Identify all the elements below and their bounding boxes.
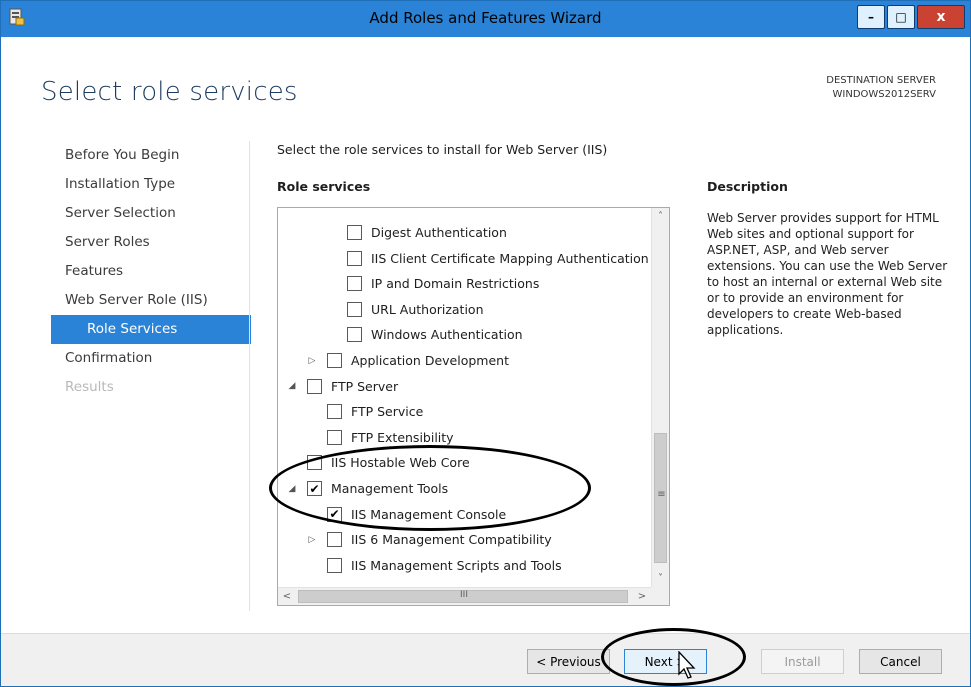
tree-row-label: FTP Extensibility <box>351 429 454 445</box>
tree-row-label: IIS Management Scripts and Tools <box>351 557 562 573</box>
destination-label: DESTINATION SERVER <box>826 75 936 86</box>
tree-row-label: IIS 6 Management Compatibility <box>351 532 552 548</box>
destination-server-name: WINDOWS2012SERV <box>832 89 936 100</box>
expand-arrow-icon[interactable]: ▷ <box>306 356 318 366</box>
minimize-icon: – <box>868 10 874 24</box>
horizontal-scrollbar[interactable]: < III > <box>278 587 669 605</box>
install-button: Install <box>761 649 844 674</box>
role-checkbox[interactable] <box>307 378 322 394</box>
window-title: Add Roles and Features Wizard <box>369 9 602 27</box>
nav-item-before-you-begin[interactable]: Before You Begin <box>51 141 251 170</box>
tree-row[interactable]: ▷ Application Development <box>306 348 509 373</box>
tree-row[interactable]: FTP Service <box>306 399 423 424</box>
scroll-right-icon[interactable]: > <box>633 588 651 605</box>
role-services-header: Role services <box>277 179 371 194</box>
tree-row-label: IIS Hostable Web Core <box>331 455 470 471</box>
collapse-arrow-icon[interactable]: ◢ <box>286 381 298 391</box>
tree-row[interactable]: Windows Authentication <box>326 322 523 347</box>
tree-row[interactable]: IIS Client Certificate Mapping Authentic… <box>326 246 649 271</box>
destination-server: DESTINATION SERVER WINDOWS2012SERV <box>826 74 936 102</box>
scrollbar-corner <box>651 587 669 605</box>
nav-item-results: Results <box>65 379 114 395</box>
nav-item-features[interactable]: Features <box>51 257 251 286</box>
tree-row-label: Digest Authentication <box>371 225 507 240</box>
tree-row[interactable]: FTP Extensibility <box>306 425 454 450</box>
tree-row-label: FTP Server <box>331 378 399 394</box>
tree-row-label: IP and Domain Restrictions <box>371 276 540 292</box>
tree-row-label: Windows Authentication <box>371 327 523 343</box>
scroll-grip-horizontal-icon: III <box>460 590 468 600</box>
expand-arrow-icon[interactable]: ▷ <box>306 535 318 545</box>
tree-row[interactable]: IIS Hostable Web Core <box>286 450 470 475</box>
role-checkbox[interactable] <box>327 532 342 548</box>
scroll-left-icon[interactable]: < <box>278 588 296 605</box>
description-text: Web Server provides support for HTML Web… <box>707 211 948 337</box>
close-button[interactable]: x <box>917 5 965 29</box>
tree-row-label: Management Tools <box>331 481 449 496</box>
wizard-nav: Before You Begin Installation Type Serve… <box>51 141 251 402</box>
nav-item-confirmation[interactable]: Confirmation <box>51 344 251 373</box>
role-checkbox[interactable] <box>347 250 362 266</box>
nav-item-installation-type[interactable]: Installation Type <box>51 170 251 199</box>
tree-row[interactable]: ◢ FTP Server <box>286 374 398 399</box>
close-icon: x <box>936 9 946 25</box>
tree-row-label: FTP Service <box>351 404 424 420</box>
tree-row[interactable]: URL Authorization <box>326 297 484 322</box>
scroll-grip-icon: ≡ <box>657 489 666 500</box>
role-checkbox[interactable] <box>327 557 342 573</box>
nav-item-web-server-role[interactable]: Web Server Role (IIS) <box>51 286 251 315</box>
nav-divider <box>249 141 250 611</box>
role-checkbox[interactable] <box>347 225 362 240</box>
role-checkbox[interactable] <box>327 353 342 368</box>
role-checkbox[interactable]: ✔ <box>327 506 342 522</box>
role-checkbox[interactable] <box>347 301 362 317</box>
tree-row[interactable]: IP and Domain Restrictions <box>326 271 539 296</box>
role-services-tree[interactable]: ˄ ≡ ˅ < III > Digest Authentication IIS C… <box>277 207 670 606</box>
tree-row-label: URL Authorization <box>371 301 484 317</box>
tree-row[interactable]: IIS Management Scripts and Tools <box>306 553 562 578</box>
title-bar[interactable]: Add Roles and Features Wizard – □ x <box>1 1 970 37</box>
wizard-window: Add Roles and Features Wizard – □ x Sele… <box>0 0 971 687</box>
tree-row-label: Application Development <box>351 353 509 368</box>
instruction-text: Select the role services to install for … <box>277 142 608 157</box>
tree-row[interactable]: Digest Authentication <box>326 220 507 245</box>
collapse-arrow-icon[interactable]: ◢ <box>286 484 298 494</box>
role-checkbox[interactable] <box>307 455 322 471</box>
scroll-down-icon[interactable]: ˅ <box>652 570 669 587</box>
page-title: Select role services <box>41 77 298 107</box>
scroll-up-icon[interactable]: ˄ <box>652 208 669 225</box>
role-checkbox[interactable] <box>327 404 342 420</box>
minimize-button[interactable]: – <box>857 5 885 29</box>
nav-item-role-services[interactable]: Role Services <box>51 315 251 344</box>
tree-row-label: IIS Client Certificate Mapping Authentic… <box>371 250 649 266</box>
tree-row[interactable]: ✔ IIS Management Console <box>306 502 506 527</box>
tree-row-label: IIS Management Console <box>351 506 507 522</box>
role-checkbox[interactable] <box>347 327 362 343</box>
role-checkbox[interactable]: ✔ <box>307 481 322 496</box>
description-header: Description <box>707 179 788 194</box>
nav-item-server-roles[interactable]: Server Roles <box>51 228 251 257</box>
role-checkbox[interactable] <box>327 429 342 445</box>
maximize-icon: □ <box>895 10 907 24</box>
tree-row[interactable]: ▷ IIS 6 Management Compatibility <box>306 527 552 552</box>
previous-button[interactable]: < Previous <box>527 649 610 674</box>
nav-item-server-selection[interactable]: Server Selection <box>51 199 251 228</box>
mouse-cursor-icon <box>678 651 696 679</box>
role-checkbox[interactable] <box>347 276 362 292</box>
vertical-scrollbar[interactable]: ˄ ≡ ˅ <box>651 208 669 588</box>
tree-row[interactable]: ◢ ✔ Management Tools <box>286 476 448 501</box>
maximize-button[interactable]: □ <box>887 5 915 29</box>
vertical-scroll-thumb[interactable]: ≡ <box>654 433 667 563</box>
cancel-button[interactable]: Cancel <box>859 649 942 674</box>
horizontal-scroll-thumb[interactable]: III <box>298 590 628 603</box>
